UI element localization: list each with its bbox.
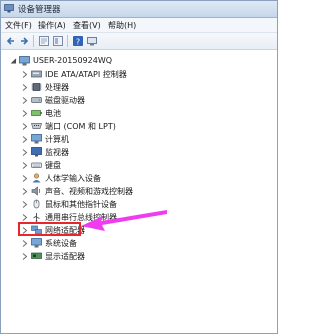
tree-item-processor[interactable]: 处理器 <box>1 81 277 94</box>
toolbar-separator <box>67 35 68 47</box>
disk-drive-icon <box>31 97 42 103</box>
system-device-icon <box>31 238 42 248</box>
expand-arrow-icon[interactable] <box>22 70 28 79</box>
tree-item-label: 声音、视频和游戏控制器 <box>45 187 133 196</box>
tree-item-label: 处理器 <box>45 83 69 92</box>
tree-item-label: IDE ATA/ATAPI 控制器 <box>45 70 127 79</box>
help-icon[interactable]: ? <box>72 35 84 47</box>
computer-name: USER-20150924WQ <box>33 56 113 65</box>
sound-icon <box>31 186 41 196</box>
tree-item-ide-controller[interactable]: IDE ATA/ATAPI 控制器 <box>1 68 277 81</box>
menu-file[interactable]: 文件(F) <box>5 20 32 31</box>
expand-arrow-icon[interactable] <box>22 187 28 196</box>
tree-item-disk-drive[interactable]: 磁盘驱动器 <box>1 94 277 107</box>
device-manager-icon <box>4 4 14 13</box>
back-icon[interactable] <box>5 35 17 47</box>
properties-icon[interactable] <box>38 35 50 47</box>
battery-icon <box>31 110 42 116</box>
device-icon[interactable] <box>86 35 98 47</box>
pointer-arrow-icon <box>81 210 167 231</box>
usb-icon <box>33 213 40 222</box>
tree-item-ports[interactable]: 端口 (COM 和 LPT) <box>1 120 277 133</box>
tree-item-keyboard[interactable]: 键盘 <box>1 159 277 172</box>
keyboard-icon <box>31 162 42 168</box>
expand-arrow-icon[interactable] <box>22 252 28 261</box>
tree-item-display-adapter[interactable]: 显示适配器 <box>1 250 277 263</box>
ide-controller-icon <box>31 70 42 78</box>
mouse-icon <box>33 199 40 209</box>
tree-item-label: 端口 (COM 和 LPT) <box>45 122 116 131</box>
expand-arrow-icon[interactable] <box>22 148 28 157</box>
svg-text:?: ? <box>76 38 80 47</box>
computer-icon <box>19 56 30 66</box>
tree-item-label: 键盘 <box>45 161 61 170</box>
tree-item-label: 人体学输入设备 <box>45 174 101 183</box>
expand-arrow-icon[interactable] <box>22 109 28 118</box>
display-adapter-icon <box>31 252 42 259</box>
expand-arrow-icon[interactable] <box>22 96 28 105</box>
tree-item-label: 监视器 <box>45 148 69 157</box>
expand-arrow-icon[interactable] <box>22 213 28 222</box>
tree-item-sound[interactable]: 声音、视频和游戏控制器 <box>1 185 277 198</box>
tree-item-computer[interactable]: 计算机 <box>1 133 277 146</box>
tree-item-system-devices[interactable]: 系统设备 <box>1 237 277 250</box>
toolbar-separator <box>33 35 34 47</box>
toolbar: ? <box>1 33 277 50</box>
menu-action[interactable]: 操作(A) <box>38 20 66 31</box>
tree-root[interactable]: USER-20150924WQ <box>1 55 277 68</box>
tree-item-label: 计算机 <box>45 135 69 144</box>
menu-help[interactable]: 帮助(H) <box>108 20 136 31</box>
tree-item-battery[interactable]: 电池 <box>1 107 277 120</box>
processor-icon <box>31 83 42 91</box>
device-manager-window: 设备管理器 文件(F) 操作(A) 查看(V) 帮助(H) ? USER-201… <box>0 0 278 334</box>
menu-view[interactable]: 查看(V) <box>73 20 101 31</box>
menu-bar: 文件(F) 操作(A) 查看(V) 帮助(H) <box>1 18 277 33</box>
tree-item-monitor[interactable]: 监视器 <box>1 146 277 159</box>
collapse-arrow-icon[interactable] <box>11 57 17 66</box>
computer-icon <box>31 134 42 144</box>
device-tree[interactable]: USER-20150924WQ IDE ATA/ATAPI 控制器 处理器 磁盘… <box>1 50 277 333</box>
expand-arrow-icon[interactable] <box>22 135 28 144</box>
expand-arrow-icon[interactable] <box>22 174 28 183</box>
port-icon <box>31 123 42 129</box>
expand-arrow-icon[interactable] <box>22 122 28 131</box>
tree-item-label: 磁盘驱动器 <box>45 96 85 105</box>
title-bar[interactable]: 设备管理器 <box>1 1 277 18</box>
monitor-icon <box>31 147 42 157</box>
expand-arrow-icon[interactable] <box>22 200 28 209</box>
tree-item-hid[interactable]: 人体学输入设备 <box>1 172 277 185</box>
tree-item-label: 显示适配器 <box>45 252 85 261</box>
tree-item-label: 电池 <box>45 109 61 118</box>
tree-item-label: 系统设备 <box>45 239 77 248</box>
expand-arrow-icon[interactable] <box>22 83 28 92</box>
highlight-box <box>18 222 81 236</box>
hid-icon <box>32 173 41 183</box>
window-title: 设备管理器 <box>18 5 61 15</box>
show-hide-tree-icon[interactable] <box>52 35 64 47</box>
expand-arrow-icon[interactable] <box>22 239 28 248</box>
forward-icon[interactable] <box>18 35 30 47</box>
expand-arrow-icon[interactable] <box>22 161 28 170</box>
